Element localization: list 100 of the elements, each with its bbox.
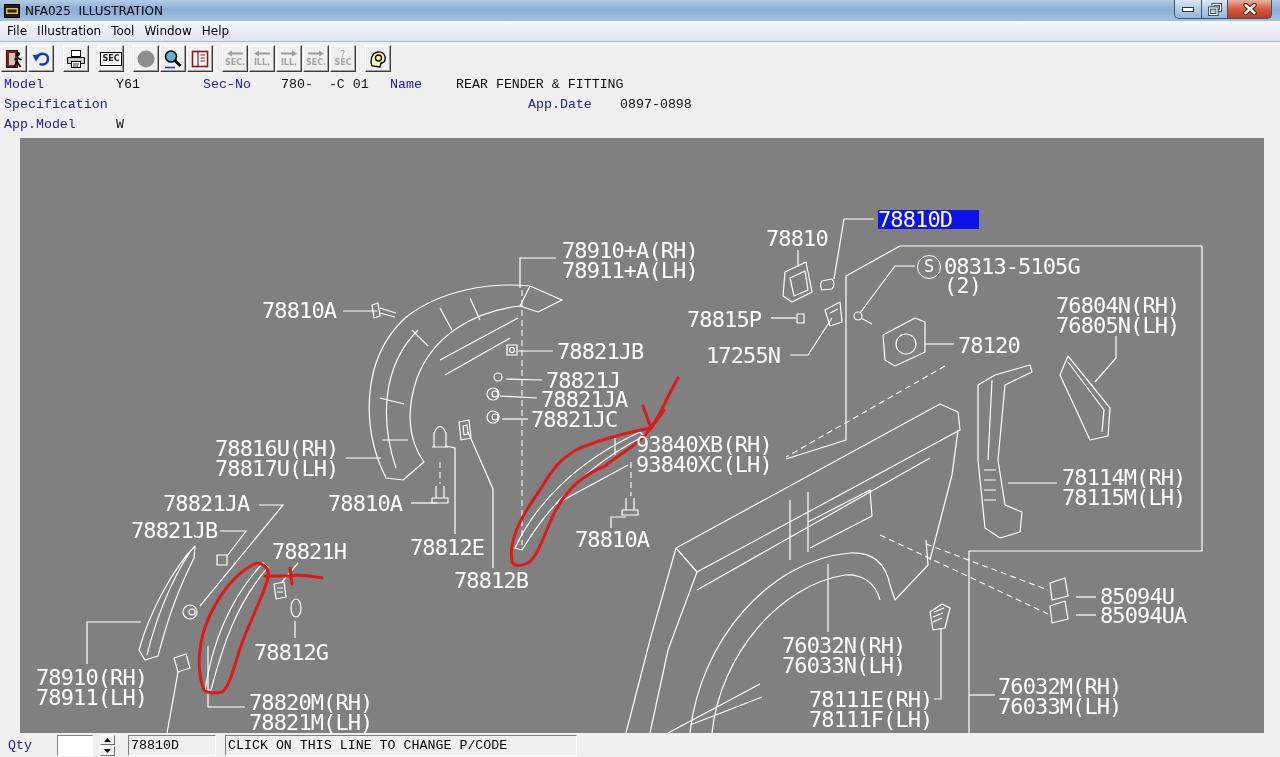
- leader-line: [501, 418, 529, 420]
- part-number-label[interactable]: 78812B: [454, 571, 529, 590]
- close-button[interactable]: [1228, 0, 1272, 19]
- menu-item[interactable]: File: [2, 21, 33, 41]
- leader-line: [924, 343, 955, 345]
- part-number-label[interactable]: 78810A: [262, 301, 337, 320]
- part-number-label[interactable]: 78111F(LH): [809, 710, 933, 729]
- bracket: [824, 301, 843, 327]
- menu-item[interactable]: Illustration: [32, 21, 107, 41]
- leader-line: [1094, 335, 1117, 383]
- leader-line: [86, 621, 142, 665]
- spin-down-button[interactable]: [100, 746, 115, 756]
- fuel-lid: [782, 261, 813, 303]
- nut: [216, 554, 228, 566]
- part-number-label[interactable]: 78812E: [410, 538, 485, 557]
- circle-button[interactable]: [133, 45, 159, 72]
- part-number-label[interactable]: 08313-5105G: [944, 257, 1080, 276]
- zoom-button[interactable]: [160, 45, 186, 72]
- window-title: NFA025 ILLUSTRATION: [25, 3, 163, 18]
- leader-line: [833, 218, 875, 280]
- leader-line: [505, 378, 543, 381]
- part-number-label[interactable]: 78810A: [575, 530, 650, 549]
- exit-button[interactable]: [1, 45, 27, 72]
- leader-line: [517, 350, 554, 352]
- part-number-label[interactable]: 78821H: [272, 542, 347, 561]
- part-number-label[interactable]: 78821JB: [557, 342, 644, 361]
- circle-icon: [136, 48, 156, 69]
- part-number-label[interactable]: 78910(RH): [36, 668, 148, 687]
- part-number-label[interactable]: 78111E(RH): [809, 690, 933, 709]
- part-number-label[interactable]: 76033M(LH): [998, 697, 1122, 716]
- menu-item[interactable]: Help: [196, 21, 235, 41]
- field-label: App.Model: [4, 116, 76, 132]
- print-button[interactable]: [63, 45, 89, 72]
- part-number-label[interactable]: 78812G: [254, 643, 329, 662]
- restore-button[interactable]: [1201, 0, 1228, 19]
- part-number-label[interactable]: 78821JA: [163, 494, 250, 513]
- app-icon: [4, 3, 20, 18]
- clip: [182, 604, 198, 620]
- part-number-label[interactable]: 78911(LH): [36, 688, 148, 707]
- part-number-label[interactable]: 78821J: [546, 371, 621, 390]
- flag-clip: [1049, 577, 1069, 601]
- part-number-label[interactable]: 78910+A(RH): [562, 241, 698, 260]
- vent-grille: [929, 603, 951, 631]
- field-value: REAR FENDER & FITTING: [456, 76, 624, 92]
- part-number-label[interactable]: 76032M(RH): [998, 677, 1122, 696]
- part-number-label[interactable]: 78816U(RH): [215, 439, 339, 458]
- field-label: Model: [4, 76, 44, 92]
- part-number-label[interactable]: 78821JB: [131, 521, 218, 540]
- spin-up-button[interactable]: [100, 735, 115, 745]
- quantity-label: (2): [944, 276, 982, 295]
- part-number-label[interactable]: 93840XC(LH): [636, 455, 772, 474]
- leader-line: [342, 310, 378, 312]
- part-number-label[interactable]: 78821JC: [531, 410, 618, 429]
- help-button[interactable]: [365, 45, 391, 72]
- part-number-label[interactable]: 76805N(LH): [1056, 316, 1180, 335]
- nut: [506, 344, 518, 356]
- leader-line: [968, 694, 996, 696]
- part-number-label[interactable]: 78114M(RH): [1062, 468, 1186, 487]
- part-number-label[interactable]: 85094UA: [1100, 606, 1187, 625]
- menu-item[interactable]: Window: [139, 21, 197, 41]
- screw: [853, 311, 873, 325]
- part-number-label[interactable]: 78820M(RH): [249, 693, 373, 712]
- part-number-label[interactable]: 78817U(LH): [215, 459, 339, 478]
- leader-line: [614, 436, 616, 456]
- bolt: [431, 485, 449, 504]
- part-number-label[interactable]: 76033N(LH): [782, 656, 906, 675]
- part-number-label[interactable]: 76804N(RH): [1056, 296, 1180, 315]
- minimize-icon: [1182, 6, 1194, 12]
- undo-button[interactable]: [28, 45, 54, 72]
- part-number-label[interactable]: 78911+A(LH): [562, 261, 698, 280]
- menu-item[interactable]: Tool: [106, 21, 140, 41]
- part-number-label[interactable]: 78810D: [878, 210, 979, 229]
- book-button[interactable]: [187, 45, 213, 72]
- field-label: Sec-No: [203, 76, 251, 92]
- part-number-label[interactable]: 78115M(LH): [1062, 488, 1186, 507]
- grommet: [290, 598, 302, 618]
- leader-line: [827, 563, 829, 633]
- part-number-label[interactable]: 78815P: [687, 310, 762, 329]
- restore-icon: [1207, 2, 1222, 16]
- minimize-button[interactable]: [1174, 0, 1201, 19]
- bolt: [621, 497, 639, 516]
- qty-field[interactable]: [57, 735, 93, 756]
- leader-line: [207, 645, 246, 708]
- part-number-label[interactable]: 78120: [958, 336, 1020, 355]
- leader-line: [1075, 614, 1097, 616]
- arrow-left-icon: [253, 50, 271, 57]
- section-button[interactable]: SEC: [98, 45, 124, 72]
- part-number-label[interactable]: 78821M(LH): [249, 713, 373, 732]
- part-number-label[interactable]: 93840XB(RH): [636, 435, 772, 454]
- part-code-field[interactable]: 78810D: [128, 735, 216, 756]
- leader-line: [1007, 482, 1058, 484]
- close-icon: [1242, 3, 1257, 15]
- message-field[interactable]: CLICK ON THIS LINE TO CHANGE P/CODE: [225, 735, 577, 756]
- part-number-label[interactable]: 17255N: [706, 346, 781, 365]
- part-number-label[interactable]: 78810: [766, 229, 828, 248]
- part-number-label[interactable]: 78821JA: [541, 390, 628, 409]
- part-number-label[interactable]: 76032N(RH): [782, 636, 906, 655]
- part-number-label[interactable]: 78810A: [328, 494, 403, 513]
- caret-up-icon: [104, 738, 111, 742]
- part-number-label[interactable]: 85094U: [1100, 587, 1175, 606]
